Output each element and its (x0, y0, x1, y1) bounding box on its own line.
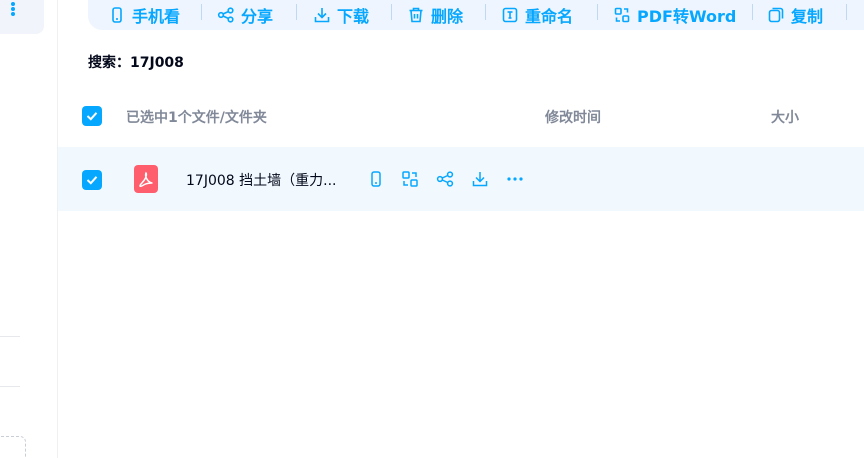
select-all-checkbox[interactable] (82, 106, 102, 126)
phone-icon (371, 171, 381, 187)
more-horizontal-icon (507, 177, 523, 181)
checkmark-icon (86, 112, 98, 121)
rename-label: 重命名 (525, 7, 574, 26)
table-row[interactable] (58, 147, 864, 211)
sidebar-active-item[interactable] (0, 0, 44, 34)
toolbar-separator (391, 4, 392, 20)
sidebar-divider (0, 386, 20, 387)
pdf-to-word-label: PDF转Word (637, 7, 737, 26)
toolbar-separator (485, 4, 486, 20)
toolbar-separator (846, 4, 847, 20)
copy-label: 复制 (791, 7, 824, 26)
share-label: 分享 (241, 7, 274, 26)
row-more-button[interactable] (505, 169, 525, 189)
selection-count-text: 已选中1个文件/文件夹 (126, 110, 267, 126)
download-icon (314, 8, 330, 23)
delete-button[interactable]: 删除 (407, 0, 463, 30)
share-icon (436, 171, 454, 187)
sidebar-dashed-box[interactable] (0, 436, 26, 458)
column-header-modified[interactable]: 修改时间 (545, 107, 601, 127)
action-toolbar: 手机看 分享 下载 删除 重命名 PDF转Word 复制 (88, 0, 864, 30)
phone-view-label: 手机看 (132, 7, 181, 26)
pdf-to-word-button[interactable]: PDF转Word (613, 0, 736, 30)
phone-icon (112, 7, 122, 23)
copy-icon (768, 7, 784, 23)
toolbar-separator (752, 4, 753, 20)
column-header-size[interactable]: 大小 (771, 107, 799, 127)
row-checkbox[interactable] (82, 170, 102, 190)
convert-icon (614, 7, 630, 23)
toolbar-separator (597, 4, 598, 20)
checkmark-icon (86, 176, 98, 185)
share-icon (217, 7, 234, 23)
rename-icon (502, 7, 518, 23)
row-phone-view-button[interactable] (366, 169, 386, 189)
copy-button[interactable]: 复制 (767, 0, 823, 30)
row-convert-button[interactable] (400, 169, 420, 189)
share-button[interactable]: 分享 (217, 0, 273, 30)
toolbar-separator (201, 4, 202, 20)
phone-view-button[interactable]: 手机看 (108, 0, 180, 30)
trash-icon (409, 7, 423, 23)
rename-button[interactable]: 重命名 (501, 0, 573, 30)
more-vertical-icon[interactable] (10, 1, 16, 16)
download-button[interactable]: 下载 (313, 0, 369, 30)
sidebar (0, 0, 58, 458)
sidebar-divider (0, 336, 20, 337)
download-label: 下载 (337, 7, 370, 26)
download-icon (472, 172, 488, 187)
file-name[interactable]: 17J008 挡土墙（重力... (186, 170, 336, 190)
convert-icon (402, 171, 418, 187)
row-download-button[interactable] (470, 169, 490, 189)
delete-label: 删除 (431, 7, 464, 26)
search-query-label: 搜索：17J008 (88, 55, 184, 71)
pdf-file-icon (134, 165, 158, 193)
toolbar-separator (296, 4, 297, 20)
row-share-button[interactable] (435, 169, 455, 189)
